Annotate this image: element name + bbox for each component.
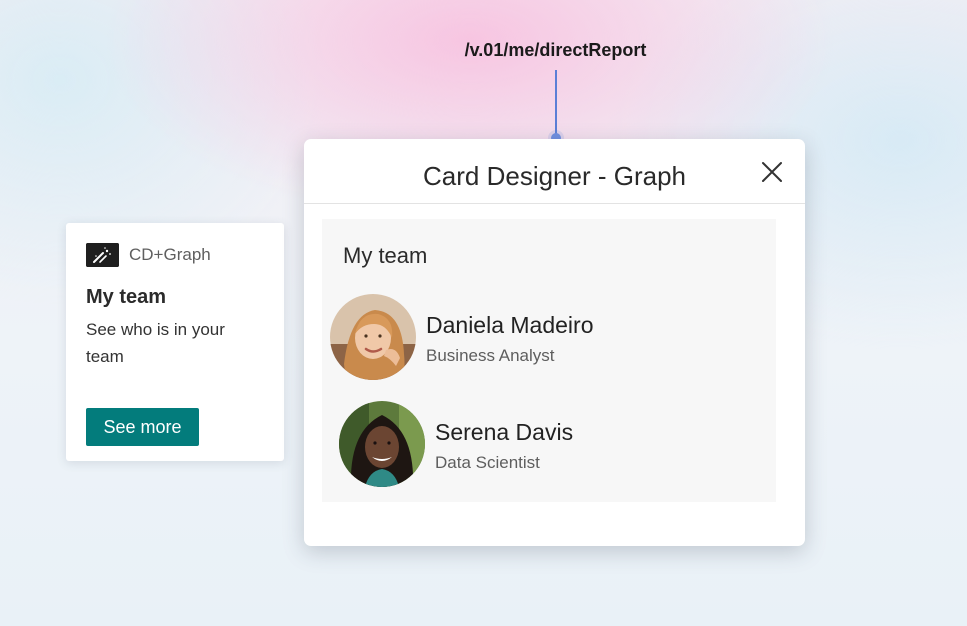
app-name: CD+Graph	[129, 245, 211, 264]
teaser-title: My team	[86, 286, 167, 308]
person-role: Data Scientist	[435, 453, 540, 472]
team-heading: My team	[343, 243, 428, 268]
close-icon	[762, 162, 782, 182]
team-panel: My team Daniela Madeiro Business Analyst	[322, 219, 776, 502]
teaser-pointer	[272, 311, 283, 333]
person-item[interactable]: Serena Davis Data Scientist	[339, 401, 769, 487]
avatar-photo	[339, 401, 425, 487]
card-designer-dialog: Card Designer - Graph My team Daniela Ma…	[304, 139, 805, 546]
see-more-button[interactable]: See more	[86, 408, 199, 446]
dialog-title: Card Designer - Graph	[423, 161, 686, 191]
close-button[interactable]	[756, 156, 788, 188]
person-item[interactable]: Daniela Madeiro Business Analyst	[330, 294, 760, 380]
teaser-card: CD+Graph My team See who is in your team…	[66, 223, 284, 461]
connector-line	[555, 70, 557, 136]
adaptive-card-graph-icon	[86, 243, 119, 267]
dialog-divider	[304, 203, 805, 204]
avatar-photo	[330, 294, 416, 380]
api-endpoint-label: /v.01/me/directReport	[464, 40, 647, 60]
person-name: Serena Davis	[435, 419, 574, 445]
teaser-description: See who is in your team	[86, 320, 225, 366]
person-name: Daniela Madeiro	[426, 312, 594, 338]
person-role: Business Analyst	[426, 346, 555, 365]
